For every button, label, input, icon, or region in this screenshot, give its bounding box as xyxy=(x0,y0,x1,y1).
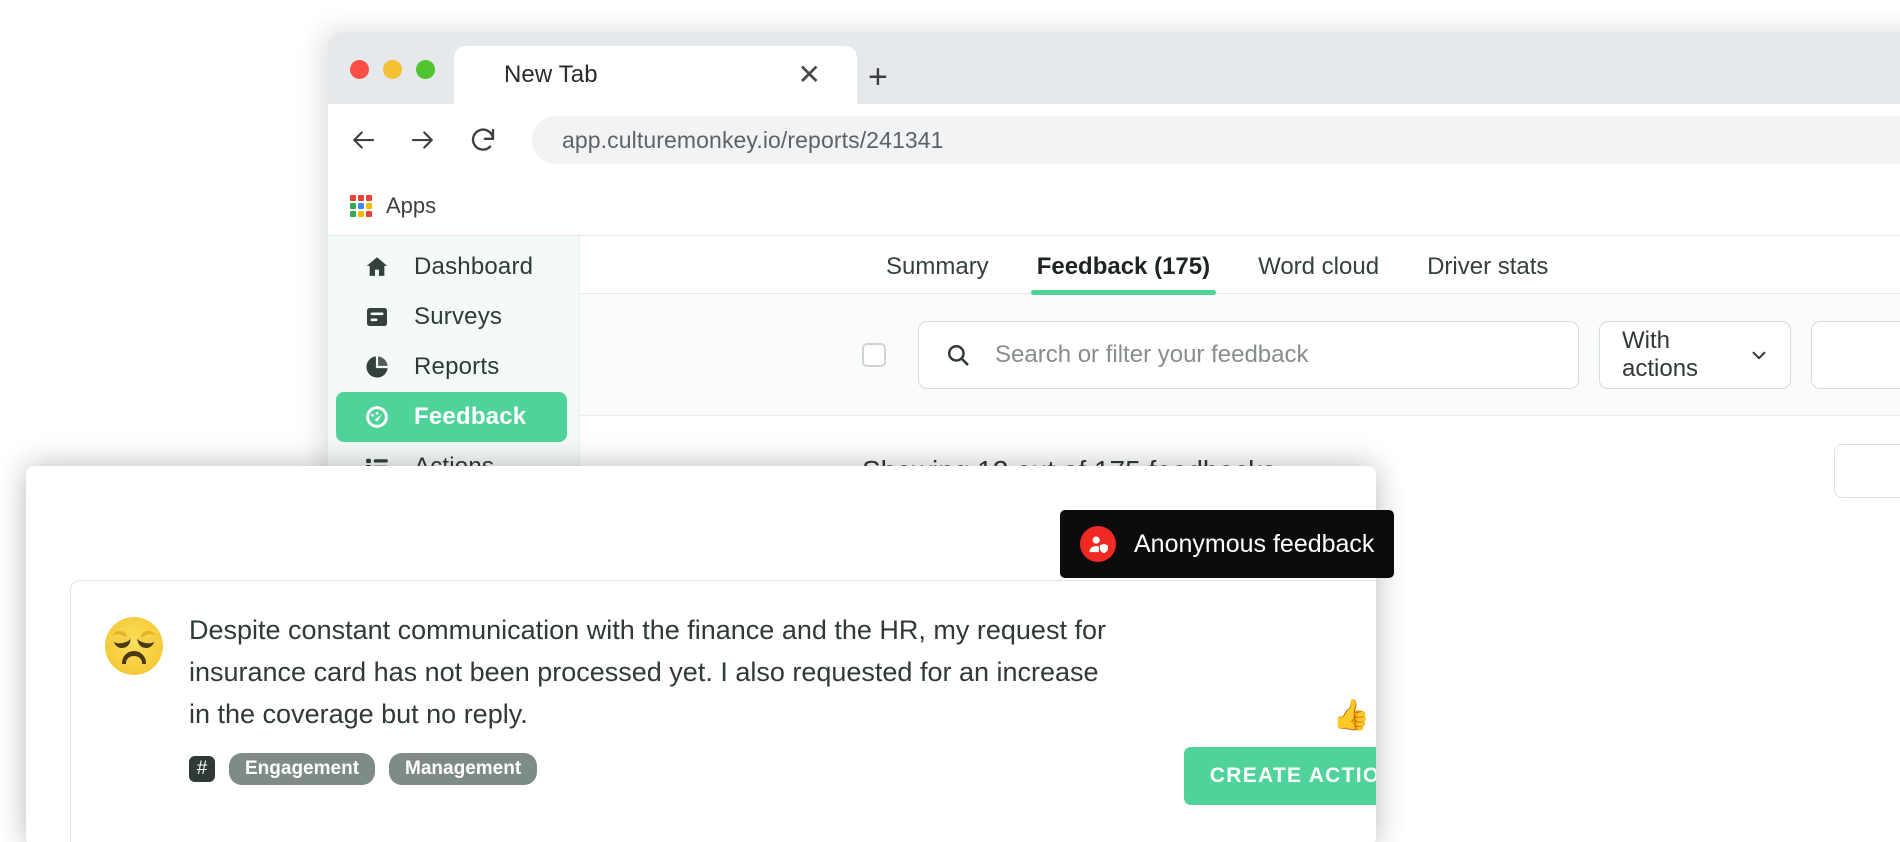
back-arrow-icon[interactable] xyxy=(346,123,380,157)
browser-nav-controls xyxy=(346,123,500,157)
sidebar-item-dashboard[interactable]: Dashboard xyxy=(336,242,567,292)
minimize-window-button[interactable] xyxy=(383,60,402,79)
filter-bar: Search or filter your feedback With acti… xyxy=(580,294,1900,416)
bookmark-apps[interactable]: Apps xyxy=(350,193,436,219)
chevron-down-icon xyxy=(1748,344,1770,366)
forward-arrow-icon[interactable] xyxy=(406,123,440,157)
browser-tab-strip: New Tab ✕ + xyxy=(328,32,1900,104)
search-icon xyxy=(945,342,971,368)
apps-grid-icon xyxy=(350,194,372,217)
extra-filter-button[interactable] xyxy=(1811,320,1900,389)
select-all-checkbox[interactable] xyxy=(862,342,886,367)
browser-tab-title: New Tab xyxy=(504,61,598,88)
survey-icon xyxy=(364,304,390,330)
maximize-window-button[interactable] xyxy=(416,60,435,79)
with-actions-label: With actions xyxy=(1622,326,1699,382)
gauge-icon xyxy=(364,404,390,430)
home-icon xyxy=(364,254,390,280)
feedback-card: Despite constant communication with the … xyxy=(70,580,1376,842)
url-input[interactable]: app.culturemonkey.io/reports/241341 xyxy=(532,116,1900,164)
browser-url-bar: app.culturemonkey.io/reports/241341 xyxy=(328,104,1900,176)
sidebar-item-label: Dashboard xyxy=(414,253,534,280)
sidebar-item-label: Feedback xyxy=(414,403,527,430)
with-actions-dropdown[interactable]: With actions xyxy=(1599,320,1792,389)
search-placeholder: Search or filter your feedback xyxy=(995,340,1309,368)
sidebar-item-feedback[interactable]: Feedback xyxy=(336,392,567,442)
reaction-icons: 👍 ★ xyxy=(1333,701,1376,731)
sidebar-item-label: Reports xyxy=(414,353,500,380)
close-icon[interactable]: ✕ xyxy=(798,61,821,89)
sad-face-emoji xyxy=(105,617,163,675)
feedback-text: Despite constant communication with the … xyxy=(189,615,1106,729)
plus-icon[interactable]: + xyxy=(868,60,888,94)
reload-icon[interactable] xyxy=(466,123,500,157)
sort-control[interactable] xyxy=(1834,444,1900,498)
tab-driver-stats[interactable]: Driver stats xyxy=(1403,253,1572,293)
anonymous-feedback-label: Anonymous feedback xyxy=(1134,529,1375,558)
tag-management[interactable]: Management xyxy=(389,753,538,785)
screen-root: New Tab ✕ + app.culturemonkey.io/reports… xyxy=(0,0,1900,842)
sidebar-item-label: Surveys xyxy=(414,303,503,330)
search-input[interactable]: Search or filter your feedback xyxy=(918,320,1579,389)
window-controls xyxy=(350,60,435,79)
bookmark-apps-label: Apps xyxy=(386,192,437,218)
sidebar-item-surveys[interactable]: Surveys xyxy=(336,292,567,342)
create-action-button[interactable]: CREATE ACTION xyxy=(1183,747,1376,805)
tab-summary[interactable]: Summary xyxy=(862,253,1013,293)
anonymous-feedback-tooltip: Anonymous feedback xyxy=(1060,510,1395,578)
url-text: app.culturemonkey.io/reports/241341 xyxy=(562,126,944,153)
hashtag-icon: # xyxy=(189,756,215,782)
sidebar-item-reports[interactable]: Reports xyxy=(336,342,567,392)
anonymous-user-shield-icon xyxy=(1080,526,1116,562)
tab-feedback[interactable]: Feedback (175) xyxy=(1013,253,1234,295)
pie-chart-icon xyxy=(364,354,390,380)
bookmarks-bar: Apps xyxy=(328,176,1900,236)
browser-tab[interactable]: New Tab ✕ xyxy=(454,46,857,104)
feedback-card-actions: 👍 ★ CREATE ACTION xyxy=(1183,701,1376,805)
report-tabs: Summary Feedback (175) Word cloud Driver… xyxy=(580,236,1900,295)
close-window-button[interactable] xyxy=(350,60,369,79)
tag-engagement[interactable]: Engagement xyxy=(229,753,376,785)
thumbs-up-icon[interactable]: 👍 xyxy=(1333,701,1370,731)
tab-word-cloud[interactable]: Word cloud xyxy=(1234,253,1403,293)
